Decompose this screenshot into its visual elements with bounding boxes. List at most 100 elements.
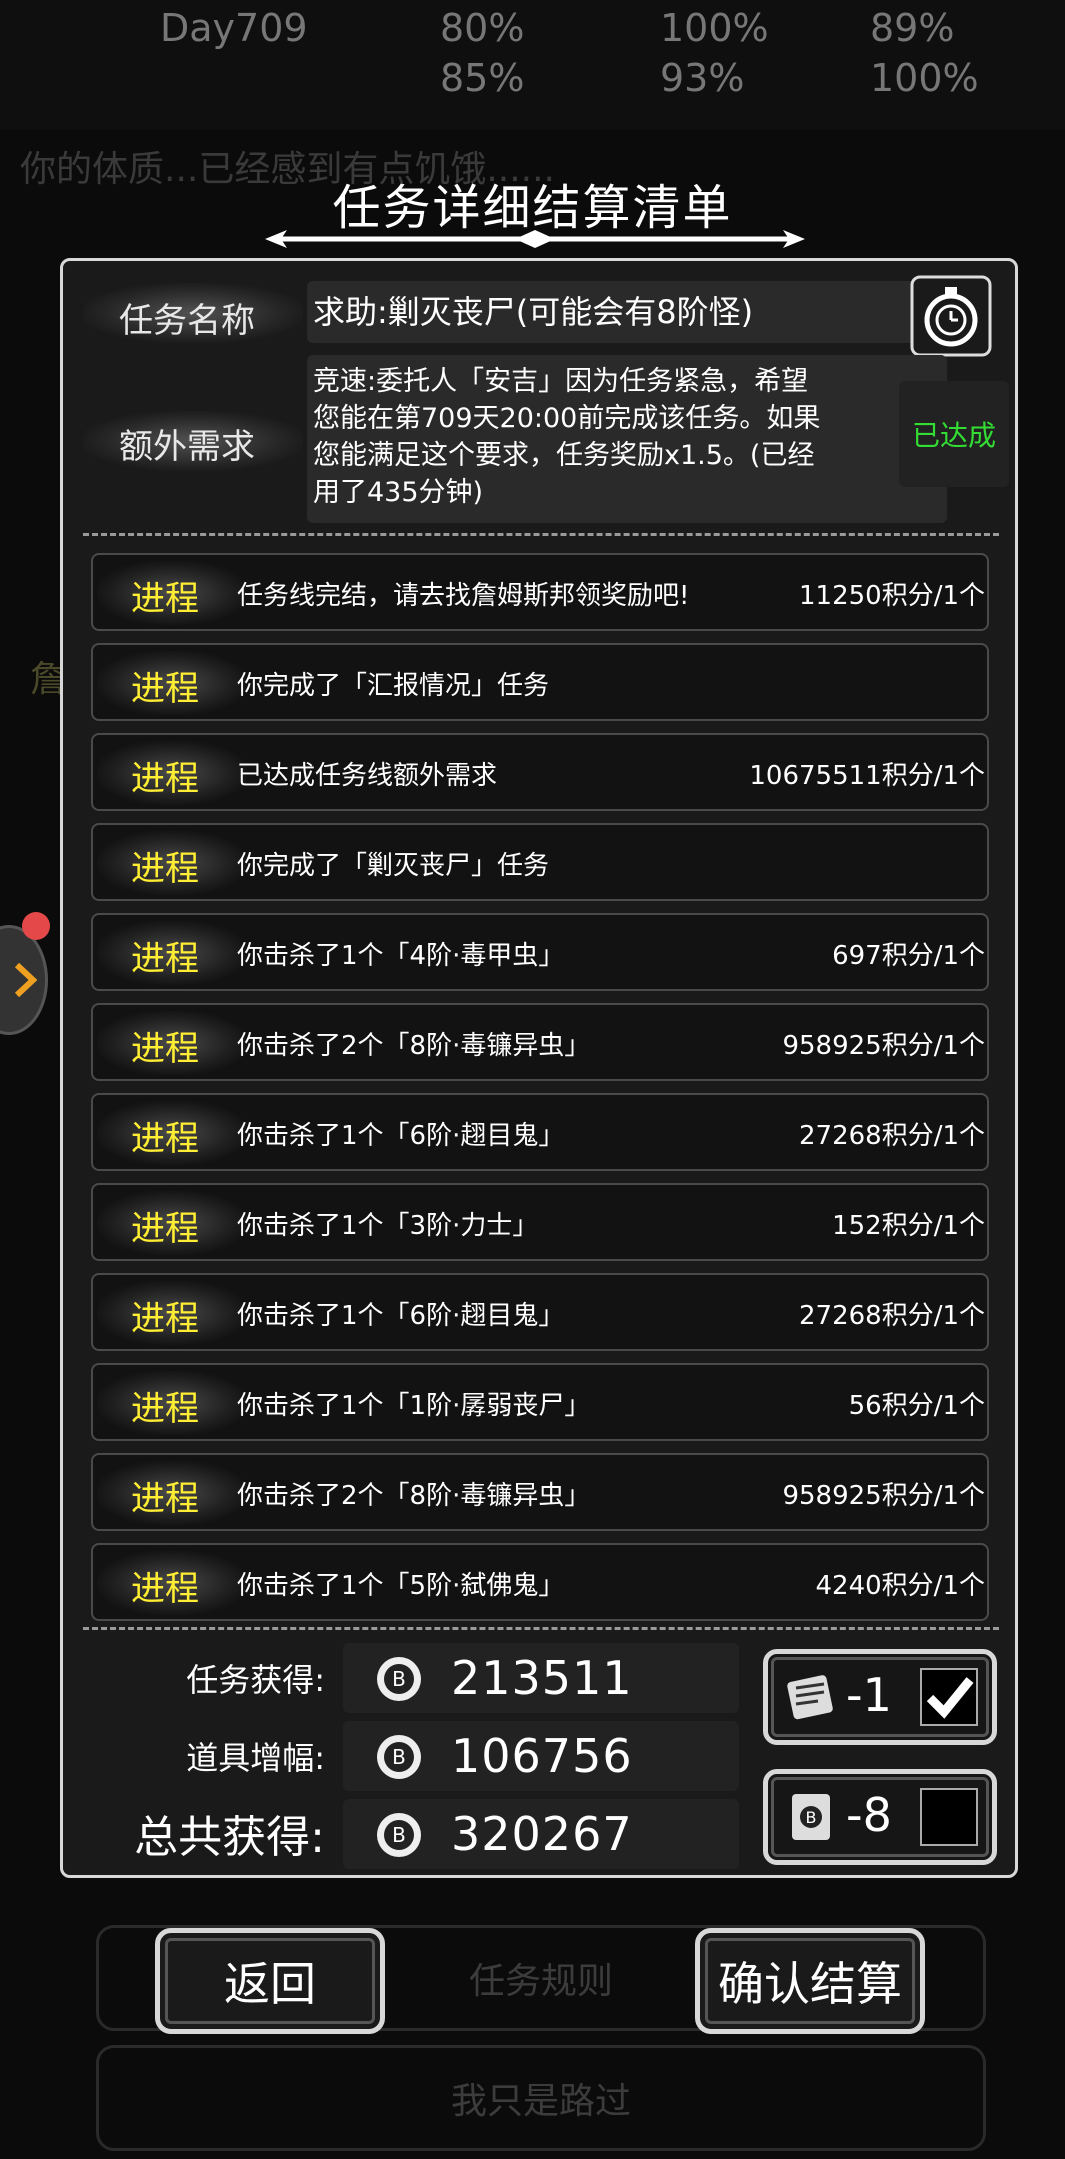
task-name-label: 任务名称 bbox=[119, 301, 255, 341]
progress-row: 进程 你完成了「汇报情况」任务 bbox=[91, 643, 989, 721]
progress-tag-label: 进程 bbox=[131, 579, 199, 619]
card-icon: B bbox=[792, 1794, 830, 1840]
progress-tag-label: 进程 bbox=[131, 1029, 199, 1069]
progress-text: 任务线完结，请去找詹姆斯邦领奖励吧! bbox=[237, 581, 690, 611]
confirm-settlement-button[interactable]: 确认结算 bbox=[695, 1928, 925, 2034]
progress-tag-label: 进程 bbox=[131, 759, 199, 799]
progress-tag: 进程 bbox=[97, 1461, 247, 1525]
progress-tag-label: 进程 bbox=[131, 1209, 199, 1249]
title-ornament-icon bbox=[265, 230, 805, 248]
progress-text: 你击杀了2个「8阶·毒镰异虫」 bbox=[237, 1031, 591, 1061]
progress-score: 152积分/1个 bbox=[832, 1211, 985, 1241]
progress-score: 11250积分/1个 bbox=[798, 581, 985, 611]
progress-tag: 进程 bbox=[97, 1011, 247, 1075]
progress-text: 你击杀了1个「6阶·趐目鬼」 bbox=[237, 1121, 565, 1151]
settlement-panel: 任务名称 求助:剿灭丧尸(可能会有8阶怪) 额外需求 竞速:委托人「安吉」因为任… bbox=[60, 258, 1018, 1878]
progress-score: 958925积分/1个 bbox=[782, 1481, 985, 1511]
checkmark-icon bbox=[926, 1677, 974, 1719]
progress-tag: 进程 bbox=[97, 741, 247, 805]
progress-row: 进程 你击杀了2个「8阶·毒镰异虫」 958925积分/1个 bbox=[91, 1003, 989, 1081]
progress-score: 10675511积分/1个 bbox=[749, 761, 985, 791]
svg-text:B: B bbox=[392, 1823, 406, 1847]
progress-tag-label: 进程 bbox=[131, 1569, 199, 1609]
svg-text:B: B bbox=[392, 1745, 406, 1769]
progress-tag-label: 进程 bbox=[131, 1389, 199, 1429]
total-label: 总共获得: bbox=[134, 1812, 325, 1863]
progress-score: 27268积分/1个 bbox=[798, 1121, 985, 1151]
stat-value: 100% bbox=[660, 6, 769, 50]
bonus-label: 道具增幅: bbox=[186, 1739, 325, 1777]
divider bbox=[83, 1627, 999, 1630]
progress-text: 已达成任务线额外需求 bbox=[237, 761, 498, 791]
progress-score: 697积分/1个 bbox=[832, 941, 985, 971]
extra-line: 您能满足这个要求，任务奖励x1.5。(已经 bbox=[313, 440, 815, 471]
progress-text: 你完成了「汇报情况」任务 bbox=[237, 671, 550, 701]
progress-score: 27268积分/1个 bbox=[798, 1301, 985, 1331]
earned-value-box: B 213511 bbox=[343, 1643, 739, 1713]
progress-tag: 进程 bbox=[97, 651, 247, 715]
bonus-value: 106756 bbox=[451, 1729, 633, 1783]
progress-row: 进程 你击杀了1个「5阶·弑佛鬼」 4240积分/1个 bbox=[91, 1543, 989, 1621]
extra-line: 竞速:委托人「安吉」因为任务紧急，希望 bbox=[313, 366, 809, 397]
progress-text: 你完成了「剿灭丧尸」任务 bbox=[237, 851, 550, 881]
item-slot-card[interactable]: B -8 bbox=[763, 1769, 997, 1865]
progress-list[interactable]: 进程 任务线完结，请去找詹姆斯邦领奖励吧! 11250积分/1个 进程 你完成了「汇报情… bbox=[85, 551, 997, 1629]
progress-tag-label: 进程 bbox=[131, 1299, 199, 1339]
progress-tag: 进程 bbox=[97, 1191, 247, 1255]
earned-label: 任务获得: bbox=[186, 1661, 325, 1699]
extra-status-badge: 已达成 bbox=[899, 381, 1009, 487]
progress-tag: 进程 bbox=[97, 1371, 247, 1435]
progress-score: 56积分/1个 bbox=[848, 1391, 985, 1421]
progress-tag: 进程 bbox=[97, 1551, 247, 1615]
svg-text:B: B bbox=[392, 1667, 406, 1691]
progress-score: 958925积分/1个 bbox=[782, 1031, 985, 1061]
chevron-right-icon bbox=[14, 963, 37, 997]
progress-row: 进程 你击杀了1个「6阶·趐目鬼」 27268积分/1个 bbox=[91, 1273, 989, 1351]
progress-row: 进程 已达成任务线额外需求 10675511积分/1个 bbox=[91, 733, 989, 811]
stopwatch-icon[interactable] bbox=[908, 273, 994, 359]
progress-row: 进程 你击杀了1个「6阶·趐目鬼」 27268积分/1个 bbox=[91, 1093, 989, 1171]
coin-icon: B bbox=[377, 1735, 421, 1779]
progress-tag-label: 进程 bbox=[131, 849, 199, 889]
item-count: -8 bbox=[846, 1788, 892, 1842]
notification-dot bbox=[22, 912, 50, 940]
back-button[interactable]: 返回 bbox=[155, 1928, 385, 2034]
stat-value: 80% bbox=[440, 6, 525, 50]
task-name-field: 求助:剿灭丧尸(可能会有8阶怪) bbox=[307, 281, 947, 343]
progress-row: 进程 你击杀了1个「3阶·力士」 152积分/1个 bbox=[91, 1183, 989, 1261]
divider bbox=[83, 533, 999, 536]
progress-text: 你击杀了1个「4阶·毒甲虫」 bbox=[237, 941, 565, 971]
bonus-value-box: B 106756 bbox=[343, 1721, 739, 1791]
progress-row: 进程 你击杀了1个「4阶·毒甲虫」 697积分/1个 bbox=[91, 913, 989, 991]
progress-tag-label: 进程 bbox=[131, 939, 199, 979]
progress-row: 进程 任务线完结，请去找詹姆斯邦领奖励吧! 11250积分/1个 bbox=[91, 553, 989, 631]
extra-line: 您能在第709天20:00前完成该任务。如果 bbox=[313, 403, 821, 434]
total-value: 320267 bbox=[451, 1807, 633, 1861]
progress-tag-label: 进程 bbox=[131, 1119, 199, 1159]
earned-value: 213511 bbox=[451, 1651, 633, 1705]
svg-text:B: B bbox=[806, 1808, 817, 1827]
item-count: -1 bbox=[846, 1668, 892, 1722]
stat-value: 85% bbox=[440, 56, 525, 100]
day-counter: Day709 bbox=[160, 6, 308, 50]
progress-tag-label: 进程 bbox=[131, 669, 199, 709]
progress-score: 4240积分/1个 bbox=[815, 1571, 985, 1601]
extra-line: 用了435分钟) bbox=[313, 477, 484, 508]
stat-value: 93% bbox=[660, 56, 745, 100]
item-checkbox[interactable] bbox=[920, 1668, 978, 1726]
progress-tag: 进程 bbox=[97, 561, 247, 625]
extra-requirement-label: 额外需求 bbox=[119, 427, 255, 467]
item-slot-scroll[interactable]: -1 bbox=[763, 1649, 997, 1745]
item-checkbox[interactable] bbox=[920, 1788, 978, 1846]
progress-tag: 进程 bbox=[97, 1101, 247, 1165]
stat-value: 89% bbox=[870, 6, 955, 50]
coin-icon: B bbox=[377, 1813, 421, 1857]
progress-tag: 进程 bbox=[97, 1281, 247, 1345]
stat-value: 100% bbox=[870, 56, 979, 100]
progress-row: 进程 你完成了「剿灭丧尸」任务 bbox=[91, 823, 989, 901]
progress-tag-label: 进程 bbox=[131, 1479, 199, 1519]
pass-by-button[interactable]: 我只是路过 bbox=[96, 2045, 986, 2151]
progress-text: 你击杀了1个「3阶·力士」 bbox=[237, 1211, 539, 1241]
progress-text: 你击杀了1个「6阶·趐目鬼」 bbox=[237, 1301, 565, 1331]
extra-requirement-field: 竞速:委托人「安吉」因为任务紧急，希望 您能在第709天20:00前完成该任务。… bbox=[307, 355, 947, 523]
